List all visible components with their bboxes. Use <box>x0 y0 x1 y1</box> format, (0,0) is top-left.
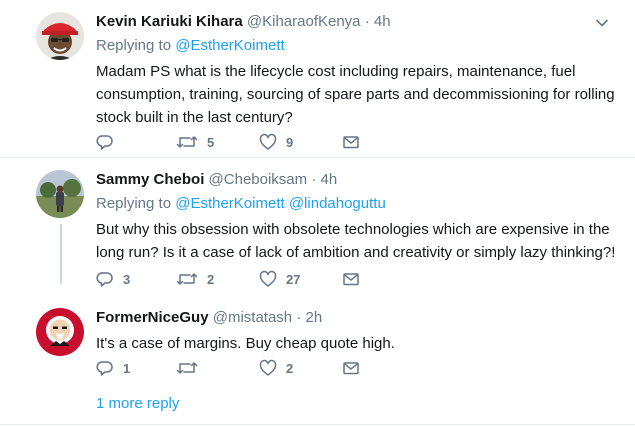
heart-icon <box>259 133 277 150</box>
retweet-icon <box>176 136 198 148</box>
like-button[interactable]: 9 <box>259 131 342 153</box>
tweet-header: FormerNiceGuy @mistatash · 2h <box>96 308 619 328</box>
separator: · <box>364 13 370 30</box>
reply-icon <box>96 135 113 150</box>
replying-to-label: Replying to <box>96 37 172 54</box>
more-replies-link[interactable]: 1 more reply <box>96 395 179 412</box>
avatar[interactable] <box>36 12 84 60</box>
display-name[interactable]: Kevin Kariuki Kihara <box>96 13 243 30</box>
user-handle[interactable]: @Cheboiksam <box>209 171 308 188</box>
envelope-icon <box>343 362 359 375</box>
user-handle[interactable]: @KiharaofKenya <box>247 13 361 30</box>
thread-line <box>60 224 62 284</box>
like-button[interactable]: 27 <box>259 268 342 290</box>
direct-message-button[interactable] <box>342 131 360 153</box>
tweet-actions: 3 2 27 <box>96 268 360 290</box>
user-handle[interactable]: @mistatash <box>213 309 292 326</box>
like-button[interactable]: 2 <box>259 357 342 379</box>
replying-to: Replying to @EstherKoimett @lindahoguttu <box>96 194 619 214</box>
separator: · <box>296 309 302 326</box>
retweet-button[interactable]: 5 <box>176 131 259 153</box>
avatar[interactable] <box>36 170 84 218</box>
avatar[interactable] <box>36 308 84 356</box>
display-name[interactable]: Sammy Cheboi <box>96 171 204 188</box>
mention-link[interactable]: @EstherKoimett <box>175 195 284 212</box>
tweet-text: But why this obsession with obsolete tec… <box>96 221 616 261</box>
envelope-icon <box>343 273 359 286</box>
replying-to-label: Replying to <box>96 195 172 212</box>
reply-button[interactable]: 1 <box>96 357 176 379</box>
direct-message-button[interactable] <box>342 268 360 290</box>
tweet-header: Kevin Kariuki Kihara @KiharaofKenya · 4h <box>96 12 619 32</box>
bottom-divider <box>0 424 635 425</box>
tweet-header: Sammy Cheboi @Cheboiksam · 4h <box>96 170 619 190</box>
retweet-count: 2 <box>207 271 215 287</box>
timestamp[interactable]: 2h <box>305 309 322 326</box>
timestamp[interactable]: 4h <box>321 171 338 188</box>
tweet-text: Madam PS what is the lifecycle cost incl… <box>96 63 615 126</box>
reply-button[interactable]: 3 <box>96 268 176 290</box>
reply-icon <box>96 272 113 287</box>
like-count: 27 <box>286 271 301 287</box>
like-count: 2 <box>286 360 294 376</box>
tweet-text: It's a case of margins. Buy cheap quote … <box>96 335 395 352</box>
replying-to: Replying to @EstherKoimett <box>96 36 619 56</box>
like-count: 9 <box>286 134 294 150</box>
display-name[interactable]: FormerNiceGuy <box>96 309 209 326</box>
retweet-count: 5 <box>207 134 215 150</box>
retweet-button[interactable] <box>176 357 259 379</box>
tweet-actions: 5 9 <box>96 131 360 153</box>
tweet-actions: 1 2 <box>96 357 360 379</box>
tweet-sammy[interactable]: Sammy Cheboi @Cheboiksam · 4h Replying t… <box>0 158 635 288</box>
reply-count: 3 <box>123 271 131 287</box>
reply-icon <box>96 361 113 376</box>
envelope-icon <box>343 136 359 149</box>
reply-button[interactable] <box>96 131 176 153</box>
timestamp[interactable]: 4h <box>374 13 391 30</box>
reply-count: 1 <box>123 360 131 376</box>
mention-link[interactable]: @EstherKoimett <box>175 37 284 54</box>
heart-icon <box>259 270 277 287</box>
retweet-button[interactable]: 2 <box>176 268 259 290</box>
retweet-icon <box>176 362 198 374</box>
separator: · <box>311 171 317 188</box>
tweet-formerniceguy[interactable]: FormerNiceGuy @mistatash · 2h It's a cas… <box>0 300 635 390</box>
tweet-kevin[interactable]: Kevin Kariuki Kihara @KiharaofKenya · 4h… <box>0 0 635 156</box>
direct-message-button[interactable] <box>342 357 360 379</box>
heart-icon <box>259 359 277 376</box>
mention-link[interactable]: @lindahoguttu <box>289 195 386 212</box>
retweet-icon <box>176 273 198 285</box>
chevron-down-icon[interactable] <box>595 16 609 30</box>
